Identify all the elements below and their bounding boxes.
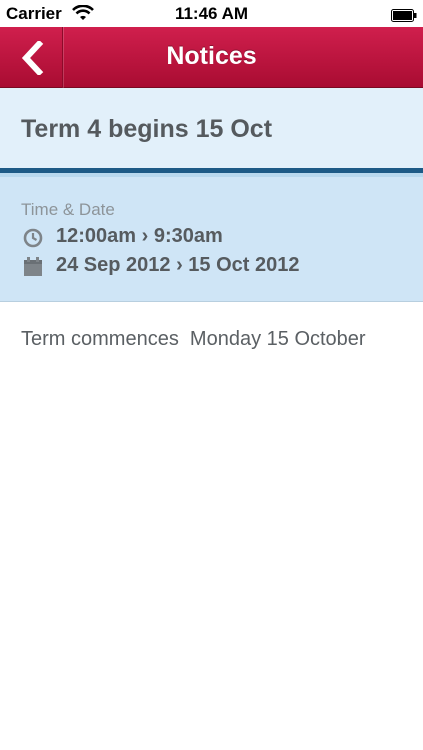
time-date-section: Time & Date 12:00am › 9:30am 24 Sep 2012… bbox=[0, 177, 423, 302]
status-bar: Carrier 11:46 AM bbox=[0, 0, 423, 27]
clock-time: 11:46 AM bbox=[174, 4, 249, 23]
page-title: Notices bbox=[166, 42, 257, 70]
notice-header: Term 4 begins 15 Oct bbox=[0, 88, 423, 168]
date-range: 24 Sep 2012 › 15 Oct 2012 bbox=[56, 254, 300, 276]
notice-title: Term 4 begins 15 Oct bbox=[21, 115, 273, 143]
calendar-icon bbox=[23, 257, 43, 277]
chevron-left-icon bbox=[21, 41, 44, 75]
navigation-bar: Notices bbox=[0, 27, 423, 88]
clock-icon bbox=[23, 228, 43, 248]
back-button[interactable] bbox=[0, 27, 63, 88]
notice-body: Term commences Monday 15 October bbox=[21, 328, 366, 350]
time-date-label: Time & Date bbox=[21, 200, 115, 219]
battery-icon bbox=[391, 7, 417, 22]
time-range: 12:00am › 9:30am bbox=[56, 225, 223, 247]
header-divider bbox=[0, 168, 423, 177]
